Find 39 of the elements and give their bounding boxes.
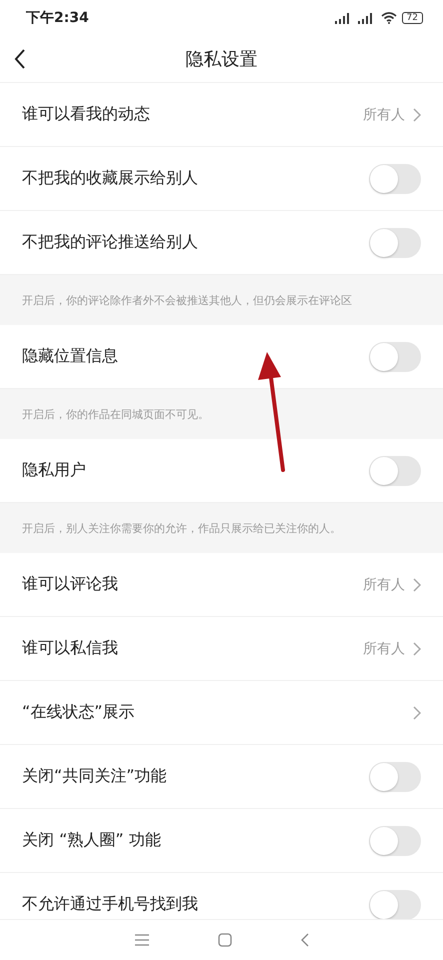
chevron-icon	[413, 108, 421, 122]
status-time: 下午2:34	[26, 9, 89, 27]
note-text: 开启后，你的作品在同城页面不可见。	[0, 389, 443, 439]
chevron-icon	[413, 642, 421, 656]
row-label: 关闭 “熟人圈” 功能	[22, 830, 161, 851]
row-label: 关闭“共同关注”功能	[22, 766, 167, 787]
toggle-switch[interactable]	[369, 762, 421, 792]
row-label: “在线状态”展示	[22, 702, 135, 723]
toggle-switch[interactable]	[369, 890, 421, 919]
row-label: 谁可以看我的动态	[22, 104, 150, 125]
toggle-switch[interactable]	[369, 228, 421, 258]
toggle-switch[interactable]	[369, 456, 421, 486]
settings-row[interactable]: 谁可以私信我 所有人	[0, 617, 443, 681]
chevron-icon	[413, 578, 421, 592]
row-label: 不允许通过手机号找到我	[22, 894, 198, 915]
row-value: 所有人	[363, 576, 405, 594]
note-text: 开启后，别人关注你需要你的允许，作品只展示给已关注你的人。	[0, 503, 443, 553]
row-label: 谁可以私信我	[22, 638, 118, 659]
row-label: 谁可以评论我	[22, 574, 118, 595]
row-label: 不把我的评论推送给别人	[22, 232, 198, 253]
row-value: 所有人	[363, 106, 405, 124]
page-title: 隐私设置	[186, 48, 258, 71]
wifi-icon	[380, 12, 397, 24]
home-icon[interactable]	[218, 933, 232, 947]
note-text: 开启后，你的评论除作者外不会被推送其他人，但仍会展示在评论区	[0, 275, 443, 325]
chevron-icon	[413, 706, 421, 720]
toggle-switch[interactable]	[369, 342, 421, 372]
row-label: 隐私用户	[22, 460, 86, 481]
settings-row[interactable]: 谁可以评论我 所有人	[0, 553, 443, 617]
row-label: 不把我的收藏展示给别人	[22, 168, 198, 189]
battery-level: 72	[402, 12, 423, 24]
back-icon[interactable]	[14, 49, 26, 69]
row-value: 所有人	[363, 640, 405, 658]
toggle-switch[interactable]	[369, 164, 421, 194]
row-label: 隐藏位置信息	[22, 346, 118, 367]
settings-row[interactable]: 谁可以看我的动态 所有人	[0, 83, 443, 147]
toggle-switch[interactable]	[369, 826, 421, 856]
settings-row[interactable]: “在线状态”展示	[0, 681, 443, 745]
menu-icon[interactable]	[134, 934, 148, 946]
